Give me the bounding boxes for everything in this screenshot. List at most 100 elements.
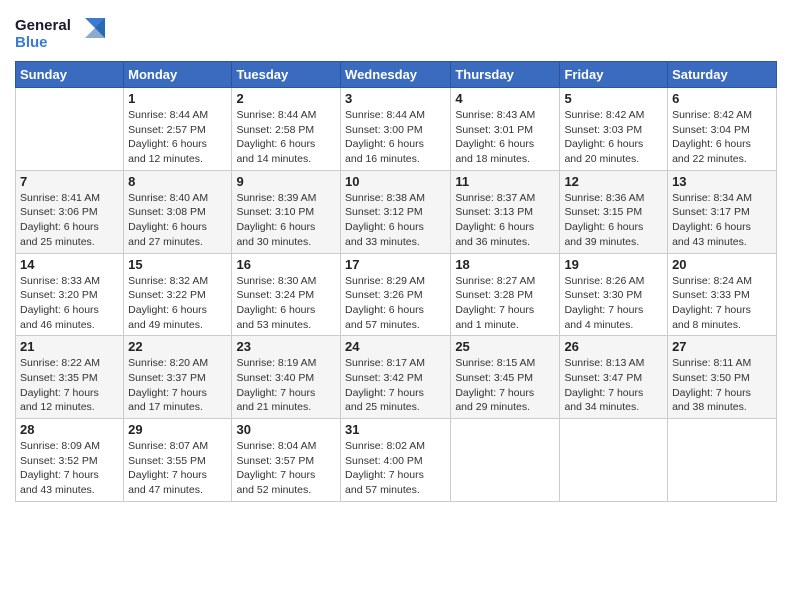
day-info: Sunrise: 8:30 AMSunset: 3:24 PMDaylight:…	[236, 274, 336, 333]
calendar-cell	[451, 419, 560, 502]
day-number: 23	[236, 339, 336, 354]
calendar-cell: 3 Sunrise: 8:44 AMSunset: 3:00 PMDaylight…	[341, 88, 451, 171]
day-number: 24	[345, 339, 446, 354]
day-number: 5	[564, 91, 663, 106]
calendar-cell: 9Sunrise: 8:39 AMSunset: 3:10 PMDaylight…	[232, 170, 341, 253]
calendar-cell	[560, 419, 668, 502]
day-info: Sunrise: 8:20 AMSunset: 3:37 PMDaylight:…	[128, 356, 227, 415]
day-info: Sunrise: 8:07 AMSunset: 3:55 PMDaylight:…	[128, 439, 227, 498]
calendar-cell: 28 Sunrise: 8:09 AMSunset: 3:52 PMDayligh…	[16, 419, 124, 502]
day-number: 3	[345, 91, 446, 106]
day-info: Sunrise: 8:44 AMSunset: 2:57 PMDaylight:…	[128, 108, 227, 167]
day-number: 20	[672, 257, 772, 272]
calendar-cell: 20Sunrise: 8:24 AMSunset: 3:33 PMDayligh…	[668, 253, 777, 336]
calendar-cell	[668, 419, 777, 502]
header-day-wednesday: Wednesday	[341, 62, 451, 88]
day-info: Sunrise: 8:44 AMSunset: 2:58 PMDaylight:…	[236, 108, 336, 167]
day-number: 21	[20, 339, 119, 354]
day-number: 14	[20, 257, 119, 272]
day-number: 27	[672, 339, 772, 354]
calendar-cell: 18 Sunrise: 8:27 AMSunset: 3:28 PMDayligh…	[451, 253, 560, 336]
day-number: 10	[345, 174, 446, 189]
header-day-friday: Friday	[560, 62, 668, 88]
day-number: 28	[20, 422, 119, 437]
calendar-cell: 6Sunrise: 8:42 AMSunset: 3:04 PMDaylight…	[668, 88, 777, 171]
svg-text:Blue: Blue	[15, 34, 48, 51]
calendar-cell: 16 Sunrise: 8:30 AMSunset: 3:24 PMDayligh…	[232, 253, 341, 336]
day-info: Sunrise: 8:15 AMSunset: 3:45 PMDaylight:…	[455, 356, 555, 415]
logo-svg: General Blue	[15, 10, 105, 55]
day-info: Sunrise: 8:04 AMSunset: 3:57 PMDaylight:…	[236, 439, 336, 498]
day-number: 30	[236, 422, 336, 437]
day-number: 6	[672, 91, 772, 106]
calendar-cell: 2 Sunrise: 8:44 AMSunset: 2:58 PMDaylight…	[232, 88, 341, 171]
header-day-sunday: Sunday	[16, 62, 124, 88]
day-info: Sunrise: 8:32 AMSunset: 3:22 PMDaylight:…	[128, 274, 227, 333]
calendar-cell: 7 Sunrise: 8:41 AMSunset: 3:06 PMDaylight…	[16, 170, 124, 253]
day-number: 2	[236, 91, 336, 106]
calendar-cell: 5 Sunrise: 8:42 AMSunset: 3:03 PMDaylight…	[560, 88, 668, 171]
day-number: 16	[236, 257, 336, 272]
day-info: Sunrise: 8:29 AMSunset: 3:26 PMDaylight:…	[345, 274, 446, 333]
day-info: Sunrise: 8:22 AMSunset: 3:35 PMDaylight:…	[20, 356, 119, 415]
day-number: 31	[345, 422, 446, 437]
day-info: Sunrise: 8:13 AMSunset: 3:47 PMDaylight:…	[564, 356, 663, 415]
day-number: 7	[20, 174, 119, 189]
day-info: Sunrise: 8:11 AMSunset: 3:50 PMDaylight:…	[672, 356, 772, 415]
day-info: Sunrise: 8:26 AMSunset: 3:30 PMDaylight:…	[564, 274, 663, 333]
day-info: Sunrise: 8:33 AMSunset: 3:20 PMDaylight:…	[20, 274, 119, 333]
calendar-cell: 13 Sunrise: 8:34 AMSunset: 3:17 PMDayligh…	[668, 170, 777, 253]
calendar-cell: 26Sunrise: 8:13 AMSunset: 3:47 PMDayligh…	[560, 336, 668, 419]
page: General Blue SundayMondayTuesdayWednesda…	[0, 0, 792, 612]
calendar-cell: 11Sunrise: 8:37 AMSunset: 3:13 PMDayligh…	[451, 170, 560, 253]
day-info: Sunrise: 8:38 AMSunset: 3:12 PMDaylight:…	[345, 191, 446, 250]
calendar-cell: 12 Sunrise: 8:36 AMSunset: 3:15 PMDayligh…	[560, 170, 668, 253]
day-info: Sunrise: 8:36 AMSunset: 3:15 PMDaylight:…	[564, 191, 663, 250]
day-number: 4	[455, 91, 555, 106]
calendar-cell: 8Sunrise: 8:40 AMSunset: 3:08 PMDaylight…	[124, 170, 232, 253]
day-number: 19	[564, 257, 663, 272]
calendar-cell: 15 Sunrise: 8:32 AMSunset: 3:22 PMDayligh…	[124, 253, 232, 336]
day-number: 22	[128, 339, 227, 354]
day-number: 29	[128, 422, 227, 437]
day-info: Sunrise: 8:37 AMSunset: 3:13 PMDaylight:…	[455, 191, 555, 250]
header-day-thursday: Thursday	[451, 62, 560, 88]
day-number: 15	[128, 257, 227, 272]
day-info: Sunrise: 8:02 AMSunset: 4:00 PMDaylight:…	[345, 439, 446, 498]
day-info: Sunrise: 8:09 AMSunset: 3:52 PMDaylight:…	[20, 439, 119, 498]
day-info: Sunrise: 8:41 AMSunset: 3:06 PMDaylight:…	[20, 191, 119, 250]
day-info: Sunrise: 8:34 AMSunset: 3:17 PMDaylight:…	[672, 191, 772, 250]
week-row-3: 21 Sunrise: 8:22 AMSunset: 3:35 PMDayligh…	[16, 336, 777, 419]
day-number: 18	[455, 257, 555, 272]
week-row-4: 28 Sunrise: 8:09 AMSunset: 3:52 PMDayligh…	[16, 419, 777, 502]
day-number: 17	[345, 257, 446, 272]
header-day-monday: Monday	[124, 62, 232, 88]
day-number: 9	[236, 174, 336, 189]
day-info: Sunrise: 8:44 AMSunset: 3:00 PMDaylight:…	[345, 108, 446, 167]
calendar-cell: 25 Sunrise: 8:15 AMSunset: 3:45 PMDayligh…	[451, 336, 560, 419]
calendar-cell: 1Sunrise: 8:44 AMSunset: 2:57 PMDaylight…	[124, 88, 232, 171]
day-number: 13	[672, 174, 772, 189]
day-info: Sunrise: 8:17 AMSunset: 3:42 PMDaylight:…	[345, 356, 446, 415]
day-number: 8	[128, 174, 227, 189]
calendar-cell: 21 Sunrise: 8:22 AMSunset: 3:35 PMDayligh…	[16, 336, 124, 419]
day-number: 25	[455, 339, 555, 354]
calendar-cell: 17 Sunrise: 8:29 AMSunset: 3:26 PMDayligh…	[341, 253, 451, 336]
day-info: Sunrise: 8:43 AMSunset: 3:01 PMDaylight:…	[455, 108, 555, 167]
calendar-cell: 22 Sunrise: 8:20 AMSunset: 3:37 PMDayligh…	[124, 336, 232, 419]
day-info: Sunrise: 8:42 AMSunset: 3:03 PMDaylight:…	[564, 108, 663, 167]
calendar-cell: 14 Sunrise: 8:33 AMSunset: 3:20 PMDayligh…	[16, 253, 124, 336]
week-row-2: 14 Sunrise: 8:33 AMSunset: 3:20 PMDayligh…	[16, 253, 777, 336]
calendar-cell	[16, 88, 124, 171]
day-info: Sunrise: 8:19 AMSunset: 3:40 PMDaylight:…	[236, 356, 336, 415]
calendar-cell: 31 Sunrise: 8:02 AMSunset: 4:00 PMDayligh…	[341, 419, 451, 502]
header-day-saturday: Saturday	[668, 62, 777, 88]
calendar-table: SundayMondayTuesdayWednesdayThursdayFrid…	[15, 61, 777, 502]
day-number: 12	[564, 174, 663, 189]
calendar-cell: 27 Sunrise: 8:11 AMSunset: 3:50 PMDayligh…	[668, 336, 777, 419]
logo: General Blue	[15, 10, 105, 55]
header: General Blue	[15, 10, 777, 55]
day-info: Sunrise: 8:27 AMSunset: 3:28 PMDaylight:…	[455, 274, 555, 333]
calendar-cell: 30 Sunrise: 8:04 AMSunset: 3:57 PMDayligh…	[232, 419, 341, 502]
calendar-cell: 29 Sunrise: 8:07 AMSunset: 3:55 PMDayligh…	[124, 419, 232, 502]
